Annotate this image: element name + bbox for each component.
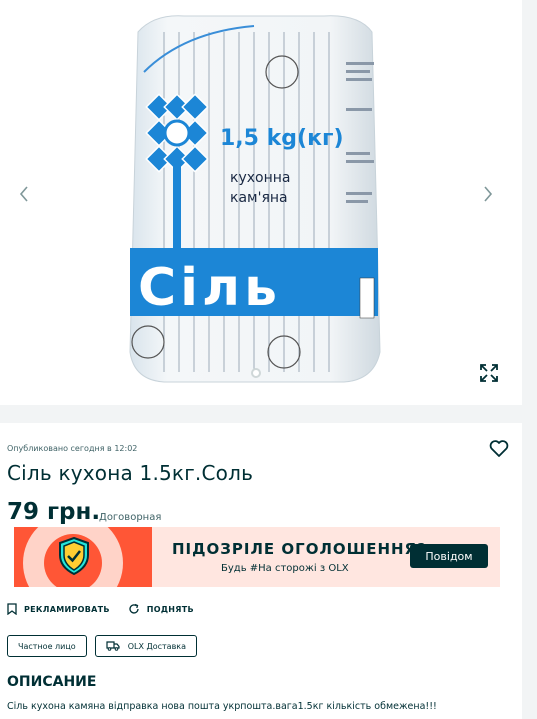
suspicious-ad-banner: ПІДОЗРІЛЕ ОГОЛОШЕННЯ? Будь #На сторожі з… <box>14 527 500 587</box>
package-line2: кам'яна <box>230 190 288 206</box>
heart-icon <box>489 440 509 457</box>
fullscreen-icon <box>480 364 498 382</box>
bookmark-icon <box>7 603 17 615</box>
listing-page: 1,5 kg(кг) кухонна кам'яна Сіль Опублико… <box>0 0 537 719</box>
page-edge <box>528 0 537 719</box>
posted-date: Опубликовано сегодня в 12:02 <box>7 444 138 453</box>
tag-label: Частное лицо <box>18 641 76 651</box>
report-button[interactable]: Повідом <box>410 544 488 568</box>
photo-gallery[interactable]: 1,5 kg(кг) кухонна кам'яна Сіль <box>0 0 522 405</box>
chevron-right-icon <box>484 186 493 202</box>
promote-label: РЕКЛАМИРОВАТЬ <box>24 604 110 614</box>
banner-title: ПІДОЗРІЛЕ ОГОЛОШЕННЯ? <box>172 540 427 558</box>
banner-illustration <box>14 527 152 587</box>
package-brand: Сіль <box>138 258 281 318</box>
tag-olx-delivery[interactable]: OLX Доставка <box>94 635 198 657</box>
description-text: Сіль кухона камяна відправка нова пошта … <box>7 701 437 712</box>
gallery-dot-indicator[interactable] <box>251 368 261 378</box>
chevron-left-icon <box>19 186 28 202</box>
shield-check-icon <box>59 537 89 575</box>
product-photo: 1,5 kg(кг) кухонна кам'яна Сіль <box>129 15 381 383</box>
listing-title: Сіль кухона 1.5кг.Соль <box>7 461 254 485</box>
fullscreen-button[interactable] <box>478 362 500 384</box>
next-photo-button[interactable] <box>476 180 500 208</box>
banner-subtitle: Будь #На сторожі з OLX <box>221 563 349 574</box>
raise-label: ПОДНЯТЬ <box>146 604 194 614</box>
raise-button[interactable]: ПОДНЯТЬ <box>128 603 194 615</box>
tag-private-person[interactable]: Частное лицо <box>7 635 87 657</box>
promote-button[interactable]: РЕКЛАМИРОВАТЬ <box>7 603 110 615</box>
package-line1: кухонна <box>230 170 290 186</box>
listing-actions: РЕКЛАМИРОВАТЬ ПОДНЯТЬ <box>7 603 212 615</box>
favorite-button[interactable] <box>489 440 509 458</box>
package-weight: 1,5 kg(кг) <box>220 126 344 151</box>
description-heading: ОПИСАНИЕ <box>7 674 97 690</box>
price: 79 грн. <box>7 499 101 525</box>
listing-tags: Частное лицо OLX Доставка <box>7 635 205 657</box>
listing-details: Опубликовано сегодня в 12:02 Сіль кухона… <box>0 423 522 719</box>
refresh-icon <box>129 603 139 614</box>
tag-label: OLX Доставка <box>127 641 187 651</box>
truck-icon <box>106 641 120 651</box>
previous-photo-button[interactable] <box>12 180 36 208</box>
price-negotiable-label: Договорная <box>99 512 162 523</box>
